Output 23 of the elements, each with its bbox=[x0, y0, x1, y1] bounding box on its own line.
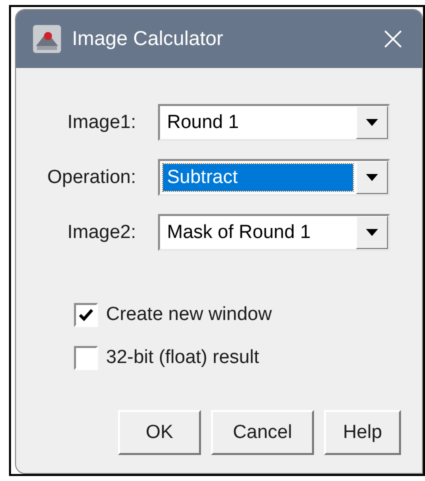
dialog-button[interactable]: Help bbox=[324, 410, 401, 455]
app-icon bbox=[32, 24, 62, 54]
dropdown[interactable]: Mask of Round 1 bbox=[158, 214, 390, 251]
dropdown-value: Subtract bbox=[163, 164, 353, 191]
checkmark-icon bbox=[79, 309, 93, 321]
checkbox-label: 32-bit (float) result bbox=[106, 347, 260, 369]
caret-icon bbox=[366, 229, 378, 236]
checkbox-label: Create new window bbox=[106, 304, 272, 326]
field-label: Operation: bbox=[47, 166, 136, 188]
close-icon[interactable] bbox=[384, 30, 402, 48]
dropdown-value: Round 1 bbox=[166, 110, 240, 134]
field-label: Image1: bbox=[67, 112, 136, 134]
checkbox[interactable] bbox=[74, 346, 98, 370]
dropdown-value: Mask of Round 1 bbox=[166, 220, 312, 244]
dialog-button[interactable]: Cancel bbox=[211, 410, 314, 455]
dialog-button[interactable]: OK bbox=[118, 410, 201, 455]
caret-icon bbox=[366, 174, 378, 181]
checkbox[interactable] bbox=[74, 303, 98, 327]
dropdown[interactable]: Subtract bbox=[158, 159, 390, 196]
dropdown[interactable]: Round 1 bbox=[158, 104, 390, 141]
window-title: Image Calculator bbox=[72, 28, 224, 50]
caret-icon bbox=[366, 119, 378, 126]
field-label: Image2: bbox=[67, 222, 136, 244]
